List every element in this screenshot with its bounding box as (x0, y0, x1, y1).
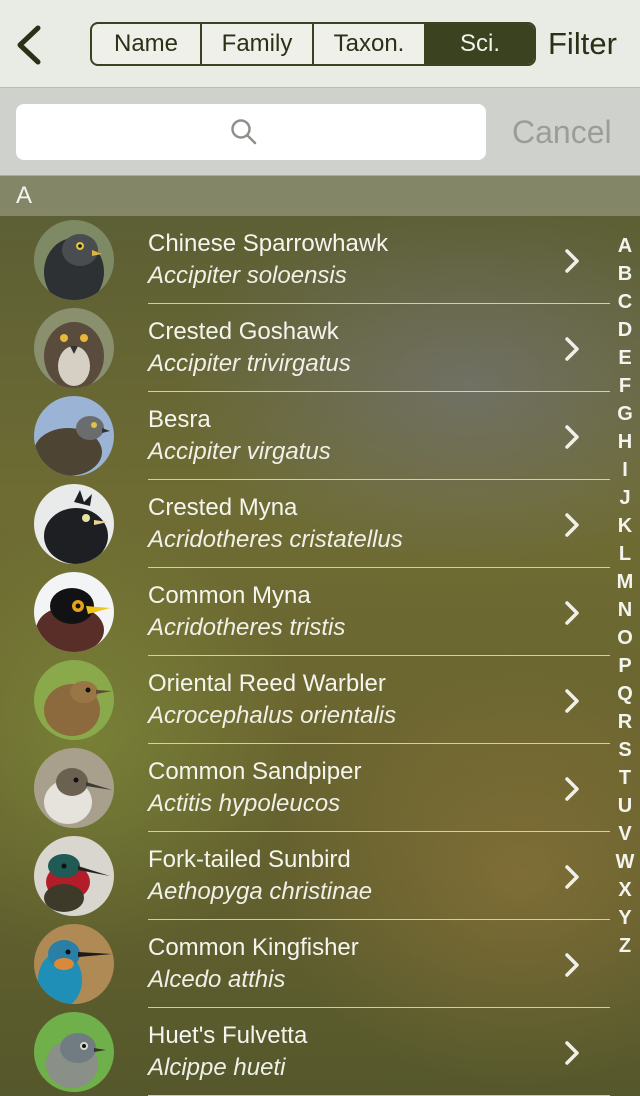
cancel-button[interactable]: Cancel (512, 112, 612, 152)
section-index: A B C D E F G H I J K L M N O P Q R S T … (612, 232, 638, 960)
index-letter[interactable]: J (612, 484, 638, 512)
index-letter[interactable]: Q (612, 680, 638, 708)
index-letter[interactable]: P (612, 652, 638, 680)
filter-button[interactable]: Filter (548, 24, 617, 64)
list-item[interactable]: Oriental Reed Warbler Acrocephalus orien… (0, 656, 610, 744)
bird-thumbnail (34, 220, 114, 300)
list-item[interactable]: Crested Myna Acridotheres cristatellus (0, 480, 610, 568)
index-letter[interactable]: X (612, 876, 638, 904)
bird-common-name: Common Sandpiper (148, 758, 362, 785)
bird-thumbnail (34, 308, 114, 388)
chevron-right-icon (565, 249, 579, 273)
segment-family[interactable]: Family (202, 24, 314, 64)
bird-scientific-name: Acridotheres cristatellus (148, 526, 403, 553)
chevron-right-icon (565, 1041, 579, 1065)
index-letter[interactable]: B (612, 260, 638, 288)
index-letter[interactable]: V (612, 820, 638, 848)
bird-common-name: Common Myna (148, 582, 311, 609)
bird-common-name: Common Kingfisher (148, 934, 359, 961)
bird-thumbnail (34, 484, 114, 564)
index-letter[interactable]: U (612, 792, 638, 820)
index-letter[interactable]: A (612, 232, 638, 260)
bird-thumbnail (34, 924, 114, 1004)
index-letter[interactable]: L (612, 540, 638, 568)
chevron-right-icon (565, 425, 579, 449)
section-header: A (0, 176, 640, 216)
bird-scientific-name: Alcedo atthis (148, 966, 286, 993)
index-letter[interactable]: T (612, 764, 638, 792)
bird-scientific-name: Acridotheres tristis (148, 614, 346, 641)
chevron-right-icon (565, 777, 579, 801)
list-item[interactable]: Common Kingfisher Alcedo atthis (0, 920, 610, 1008)
index-letter[interactable]: K (612, 512, 638, 540)
bird-scientific-name: Acrocephalus orientalis (148, 702, 397, 729)
chevron-left-icon (17, 25, 41, 65)
bird-scientific-name: Accipiter trivirgatus (148, 350, 351, 377)
chevron-right-icon (565, 513, 579, 537)
bird-scientific-name: Accipiter soloensis (148, 262, 347, 289)
index-letter[interactable]: D (612, 316, 638, 344)
index-letter[interactable]: O (612, 624, 638, 652)
chevron-right-icon (565, 689, 579, 713)
index-letter[interactable]: Z (612, 932, 638, 960)
index-letter[interactable]: Y (612, 904, 638, 932)
bird-scientific-name: Accipiter virgatus (148, 438, 331, 465)
bird-thumbnail (34, 748, 114, 828)
chevron-right-icon (565, 337, 579, 361)
back-button[interactable] (14, 24, 46, 66)
chevron-right-icon (565, 865, 579, 889)
list-item[interactable]: Fork-tailed Sunbird Aethopyga christinae (0, 832, 610, 920)
search-input[interactable] (16, 104, 486, 160)
index-letter[interactable]: W (612, 848, 638, 876)
index-letter[interactable]: N (612, 596, 638, 624)
list-item[interactable]: Common Myna Acridotheres tristis (0, 568, 610, 656)
list-item[interactable]: Common Sandpiper Actitis hypoleucos (0, 744, 610, 832)
list-item[interactable]: Chinese Sparrowhawk Accipiter soloensis (0, 216, 610, 304)
index-letter[interactable]: F (612, 372, 638, 400)
navigation-bar: Name Family Taxon. Sci. Filter (0, 0, 640, 88)
chevron-right-icon (565, 953, 579, 977)
bird-thumbnail (34, 396, 114, 476)
bird-scientific-name: Aethopyga christinae (148, 878, 373, 905)
bird-common-name: Fork-tailed Sunbird (148, 846, 351, 873)
bird-thumbnail (34, 572, 114, 652)
segment-taxon[interactable]: Taxon. (314, 24, 426, 64)
chevron-right-icon (565, 601, 579, 625)
search-icon (231, 119, 257, 145)
segment-name[interactable]: Name (92, 24, 202, 64)
sort-segmented-control: Name Family Taxon. Sci. (90, 22, 536, 66)
index-letter[interactable]: S (612, 736, 638, 764)
bird-thumbnail (34, 1012, 114, 1092)
bird-common-name: Crested Goshawk (148, 318, 339, 345)
list-item[interactable]: Crested Goshawk Accipiter trivirgatus (0, 304, 610, 392)
bird-common-name: Besra (148, 406, 211, 433)
index-letter[interactable]: H (612, 428, 638, 456)
bird-thumbnail (34, 660, 114, 740)
index-letter[interactable]: R (612, 708, 638, 736)
bird-common-name: Huet's Fulvetta (148, 1022, 308, 1049)
bird-common-name: Crested Myna (148, 494, 298, 521)
list-item[interactable]: Huet's Fulvetta Alcippe hueti (0, 1008, 610, 1096)
bird-common-name: Oriental Reed Warbler (148, 670, 386, 697)
index-letter[interactable]: M (612, 568, 638, 596)
bird-scientific-name: Alcippe hueti (148, 1054, 286, 1081)
bird-thumbnail (34, 836, 114, 916)
index-letter[interactable]: G (612, 400, 638, 428)
index-letter[interactable]: I (612, 456, 638, 484)
index-letter[interactable]: C (612, 288, 638, 316)
segment-sci-selected[interactable]: Sci. (426, 24, 534, 64)
list-item[interactable]: Besra Accipiter virgatus (0, 392, 610, 480)
index-letter[interactable]: E (612, 344, 638, 372)
bird-scientific-name: Actitis hypoleucos (148, 790, 341, 817)
search-bar: Cancel (0, 88, 640, 176)
bird-common-name: Chinese Sparrowhawk (148, 230, 389, 257)
